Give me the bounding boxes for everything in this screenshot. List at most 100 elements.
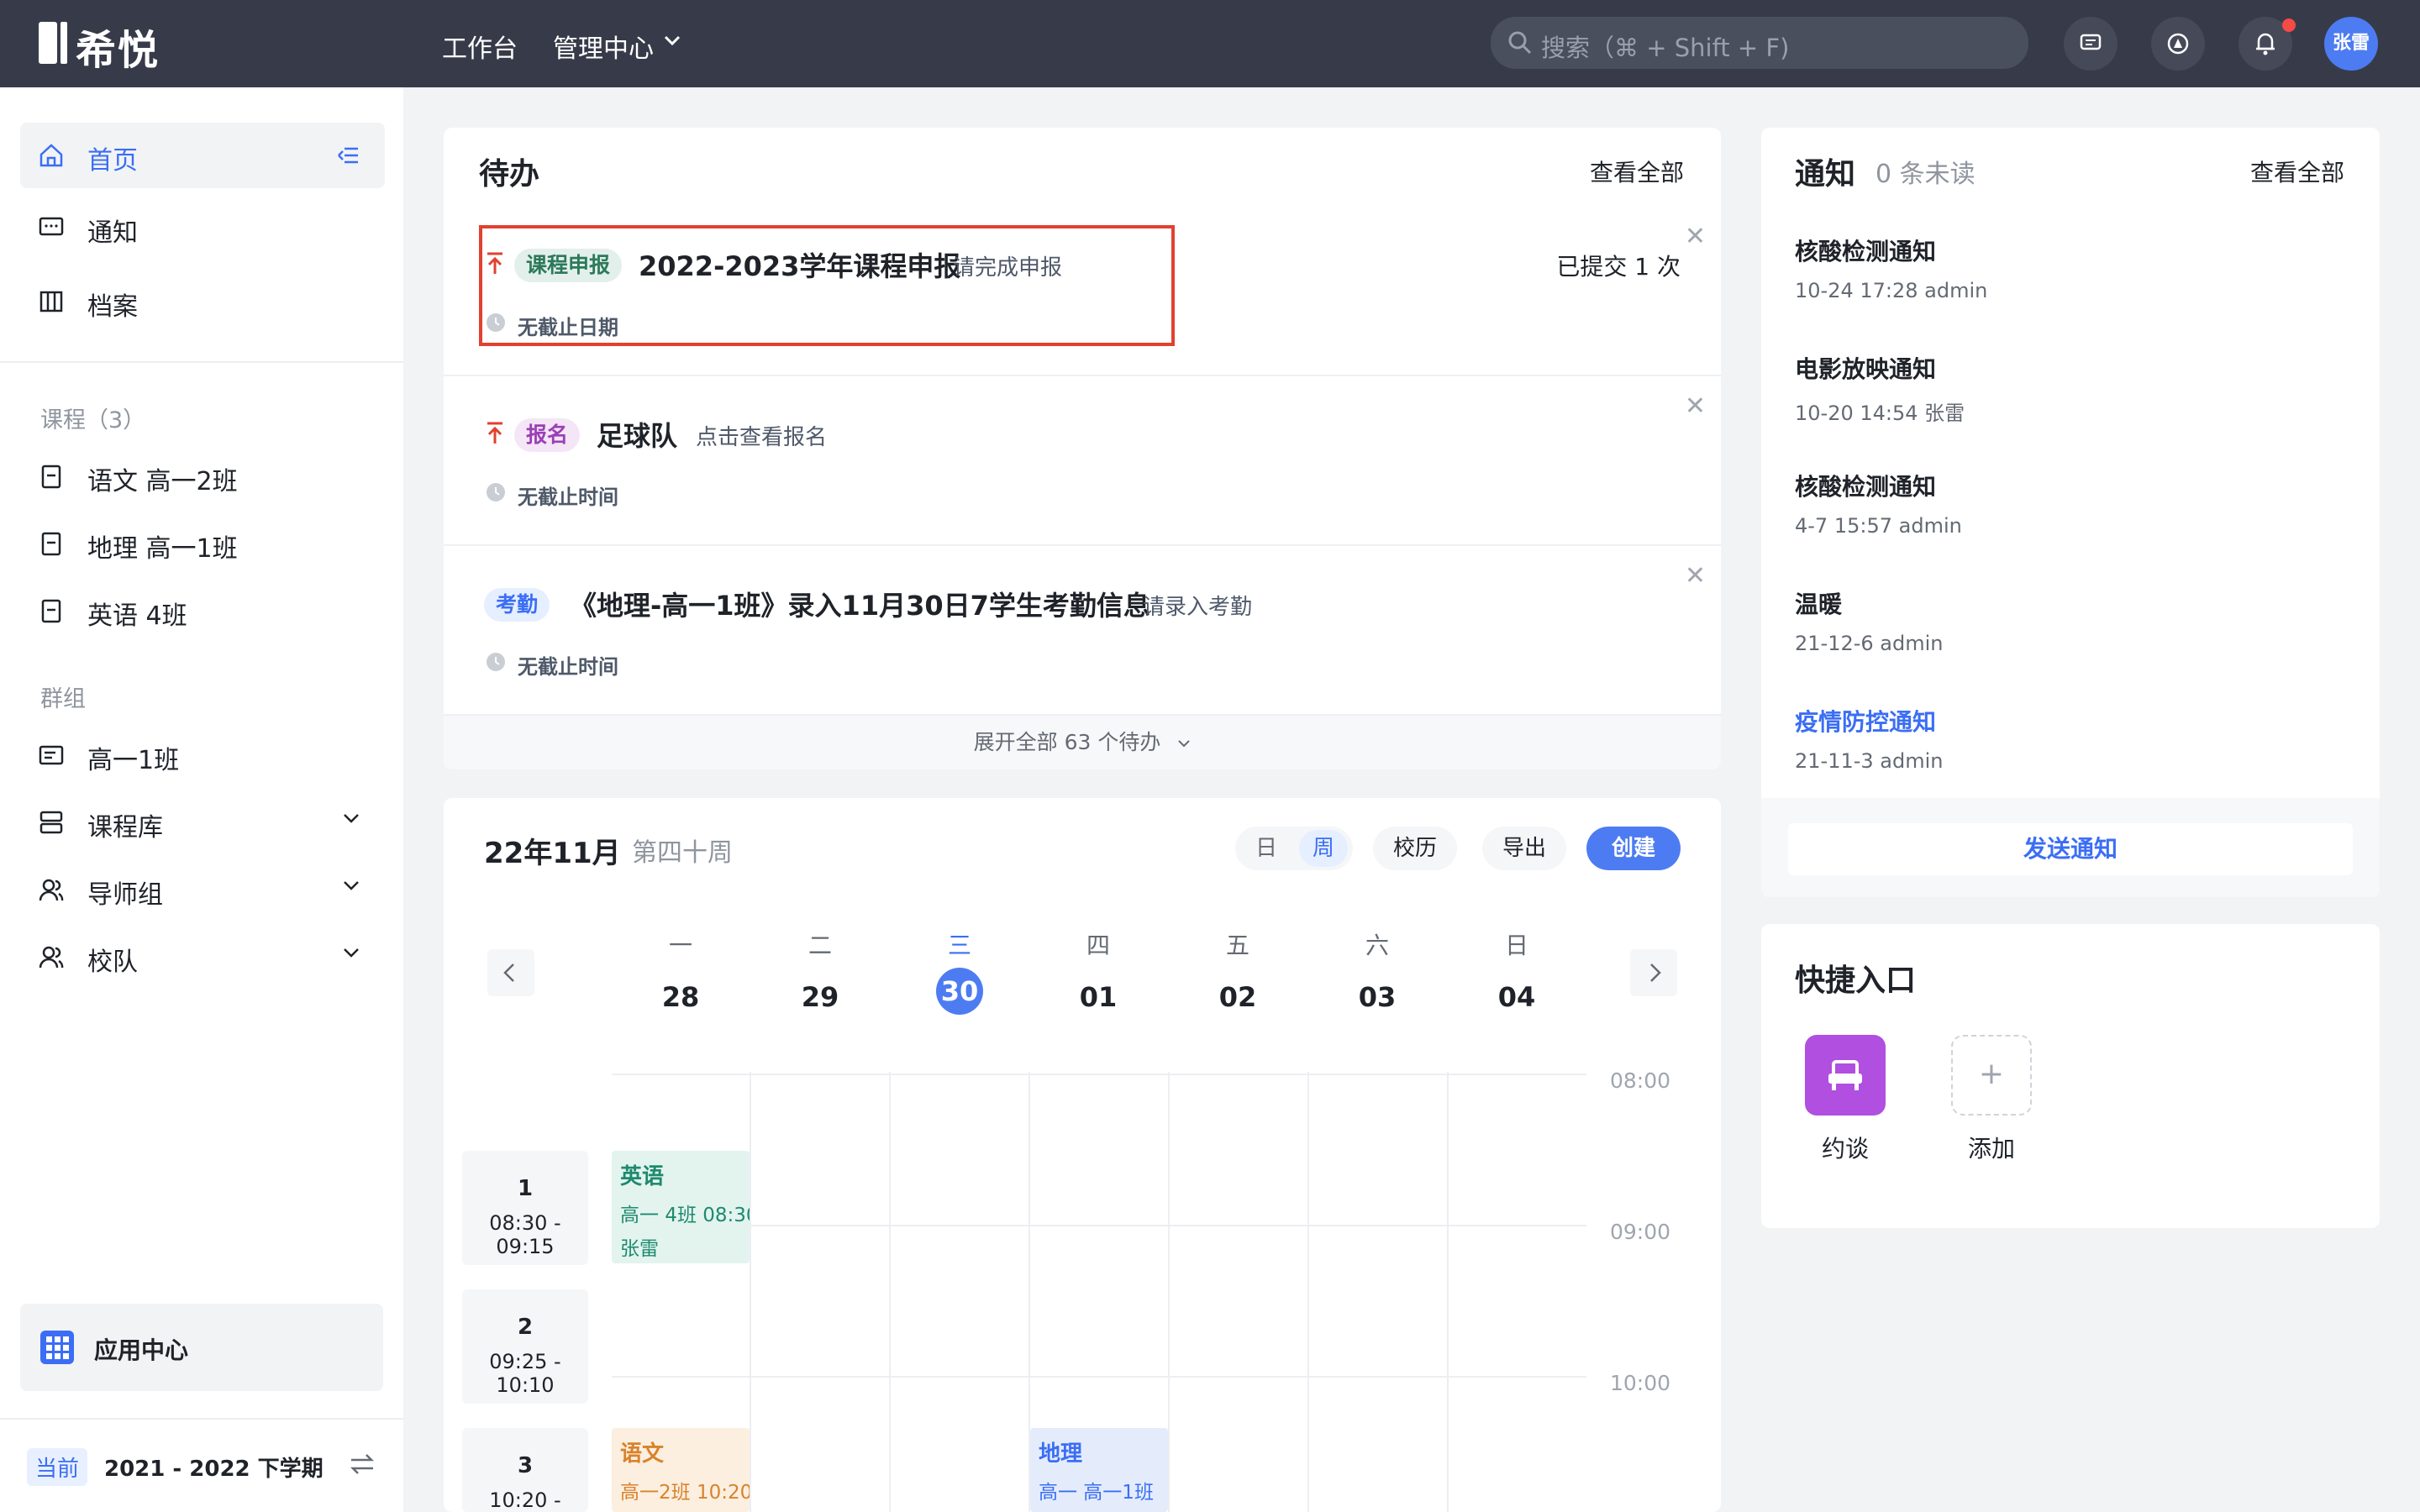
time-label: 08:00 [1610,1068,1671,1093]
chevron-down-icon[interactable] [343,880,360,892]
weekday-column-today[interactable]: 三 30 [918,927,1002,1015]
sidebar-item-course[interactable]: 地理 高一1班 [20,511,385,576]
calendar-event[interactable]: 地理 高一 高一1班 张雷 [1030,1428,1168,1512]
prev-week-button[interactable] [487,949,534,996]
notice-item-title[interactable]: 核酸检测通知 [1795,469,1936,502]
chevron-down-icon[interactable] [664,35,681,47]
close-icon[interactable]: ✕ [1685,391,1706,421]
weekday-column[interactable]: 五 02 [1196,927,1280,1013]
add-quick-entry-button[interactable]: + [1951,1035,2032,1116]
chevron-down-icon[interactable] [343,813,360,825]
time-label: 09:00 [1610,1220,1671,1244]
sidebar-item-label: 课程库 [87,813,163,843]
nav-admin-center[interactable]: 管理中心 [553,28,654,65]
sidebar-item-label: 首页 [87,146,138,176]
sidebar-item-notices[interactable]: 通知 [20,195,385,260]
period-label: 3 10:20 - 11:05 [462,1428,588,1512]
weekday-column[interactable]: 四 01 [1056,927,1140,1013]
grid-line [889,1072,891,1512]
todo-status: 已提交 1 次 [1556,253,1681,281]
sidebar-item-group[interactable]: 课程库 [20,790,385,855]
weekday-label: 一 [668,932,692,959]
event-detail: 高一 高一1班 [1039,1482,1154,1504]
sidebar-item-group[interactable]: 校队 [20,924,385,990]
calendar-event[interactable]: 语文 高一2班 10:20 [612,1428,750,1512]
nav-workbench[interactable]: 工作台 [442,28,518,65]
expand-todos-button[interactable]: 展开全部 63 个待办 [444,716,1721,769]
chat-icon [2080,34,2102,50]
top-bar [0,0,2420,87]
course-icon [41,599,61,623]
term-label: 2021 - 2022 下学期 [104,1457,324,1482]
notice-item-meta: 4-7 15:57 admin [1795,514,1962,538]
course-icon [41,532,61,556]
sidebar-item-course[interactable]: 英语 4班 [20,578,385,643]
users-icon [39,879,64,901]
school-calendar-button[interactable]: 校历 [1373,827,1457,870]
meeting-app-button[interactable] [1805,1035,1886,1116]
weekday-column[interactable]: 六 03 [1335,927,1419,1013]
todo-item[interactable]: 课程申报 2022-2023学年课程申报 请完成申报 已提交 1 次 无截止日期… [444,208,1721,376]
app-center-button[interactable]: 应用中心 [20,1304,383,1391]
chevron-down-icon [1178,740,1191,748]
todo-item[interactable]: 考勤 《地理-高一1班》录入11月30日7学生考勤信息 请录入考勤 无截止时间 … [444,548,1721,716]
sidebar-item-label: 通知 [87,218,138,248]
todo-item-sub: 点击查看报名 [696,425,828,450]
chat-button[interactable] [2064,17,2118,71]
send-notice-button[interactable]: 发送通知 [1788,823,2353,875]
todo-card: 待办 查看全部 课程申报 2022-2023学年课程申报 请完成申报 已提交 1… [444,128,1721,769]
switch-term-icon[interactable] [350,1453,375,1475]
todo-item[interactable]: 报名 足球队 点击查看报名 无截止时间 ✕ [444,378,1721,546]
calendar-event[interactable]: 英语 高一 4班 08:30 张雷 [612,1151,750,1263]
date-label: 29 [801,981,839,1013]
close-icon[interactable]: ✕ [1685,561,1706,591]
period-time: 09:25 - 10:10 [489,1350,561,1397]
app-switch-button[interactable] [2151,17,2205,71]
notification-dot [2282,18,2296,32]
period-number: 2 [517,1315,534,1340]
course-icon [41,465,61,489]
weekday-column[interactable]: 一 28 [639,927,723,1013]
avatar[interactable]: 张雷 [2324,17,2378,71]
logo-icon [39,22,57,64]
groups-heading: 群组 [40,686,86,712]
export-button[interactable]: 导出 [1482,827,1566,870]
notice-item-meta: 10-20 14:54 张雷 [1795,402,1965,425]
sidebar-item-home[interactable]: 首页 [20,123,385,188]
event-detail: 高一 4班 08:30 [620,1205,750,1226]
sidebar-item-group[interactable]: 高一1班 [20,722,385,788]
grid-line [612,1225,1586,1226]
view-day-button[interactable]: 日 [1242,827,1291,870]
close-icon[interactable]: ✕ [1685,222,1706,251]
notices-view-all[interactable]: 查看全部 [2250,155,2344,188]
notice-item-title[interactable]: 核酸检测通知 [1795,234,1936,267]
view-week-button[interactable]: 周 [1299,830,1348,867]
archive-icon [39,291,63,312]
weekday-column[interactable]: 日 04 [1475,927,1559,1013]
notice-item-title[interactable]: 温暖 [1795,586,1842,620]
sidebar-item-course[interactable]: 语文 高一2班 [20,444,385,509]
sidebar-item-archive[interactable]: 档案 [20,269,385,334]
weekday-column[interactable]: 二 29 [778,927,862,1013]
search-input[interactable]: 搜索（⌘ + Shift + F) [1491,17,2028,69]
grid-icon [40,1331,74,1364]
event-teacher: 张雷 [620,1238,659,1260]
quick-item-label: 添加 [1967,1135,2015,1163]
chevron-down-icon[interactable] [343,948,360,959]
collapse-sidebar-icon[interactable] [338,146,360,165]
clock-icon [487,483,505,501]
term-badge: 当前 [27,1448,88,1486]
next-week-button[interactable] [1630,949,1677,996]
notice-item-title[interactable]: 电影放映通知 [1795,351,1936,385]
logo-icon-bar [60,22,67,64]
logo-text[interactable]: 希悦 [76,17,160,76]
weekday-label: 四 [1086,932,1110,959]
expand-label: 展开全部 63 个待办 [973,730,1161,754]
grid-line [1168,1072,1170,1512]
sidebar-item-group[interactable]: 导师组 [20,857,385,922]
notice-item-title[interactable]: 疫情防控通知 [1795,704,1936,738]
period-label: 2 09:25 - 10:10 [462,1289,588,1404]
todo-view-all[interactable]: 查看全部 [1590,155,1684,188]
todo-tag: 报名 [514,418,581,452]
create-button[interactable]: 创建 [1586,827,1681,870]
